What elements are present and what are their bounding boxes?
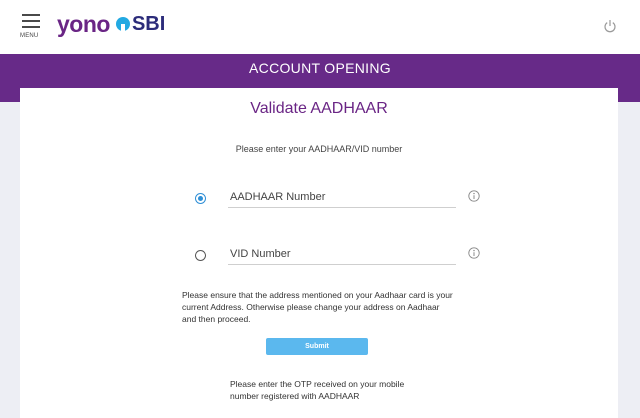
page-title: ACCOUNT OPENING [249,60,391,76]
card-title: Validate AADHAAR [250,100,388,117]
menu-icon-bar [22,26,40,28]
power-icon[interactable] [603,19,617,33]
brand-sbi: SBI [131,12,166,35]
yono-sbi-logo: yono SBI [57,10,165,38]
aadhaar-number-field[interactable] [228,187,456,208]
info-icon[interactable] [468,190,480,202]
card-subtitle: Please enter your AADHAAR/VID number [235,144,403,154]
menu-button[interactable]: MENU [20,14,42,42]
aadhaar-radio[interactable] [195,193,206,204]
otp-note: Please enter the OTP received on your mo… [230,379,405,401]
brand-yono: yono [57,10,110,37]
vid-number-field[interactable] [228,244,456,265]
info-icon[interactable] [468,247,480,259]
submit-button[interactable]: Submit [266,338,368,355]
sbi-logo-icon [115,17,130,31]
menu-label: MENU [20,33,39,39]
app-header: MENU yono SBI [0,0,640,54]
menu-icon [22,14,40,16]
menu-icon-bar [22,20,40,22]
address-note: Please ensure that the address mentioned… [182,290,453,324]
validate-aadhaar-card: Validate AADHAAR Please enter your AADHA… [20,88,618,418]
vid-radio[interactable] [195,250,206,261]
